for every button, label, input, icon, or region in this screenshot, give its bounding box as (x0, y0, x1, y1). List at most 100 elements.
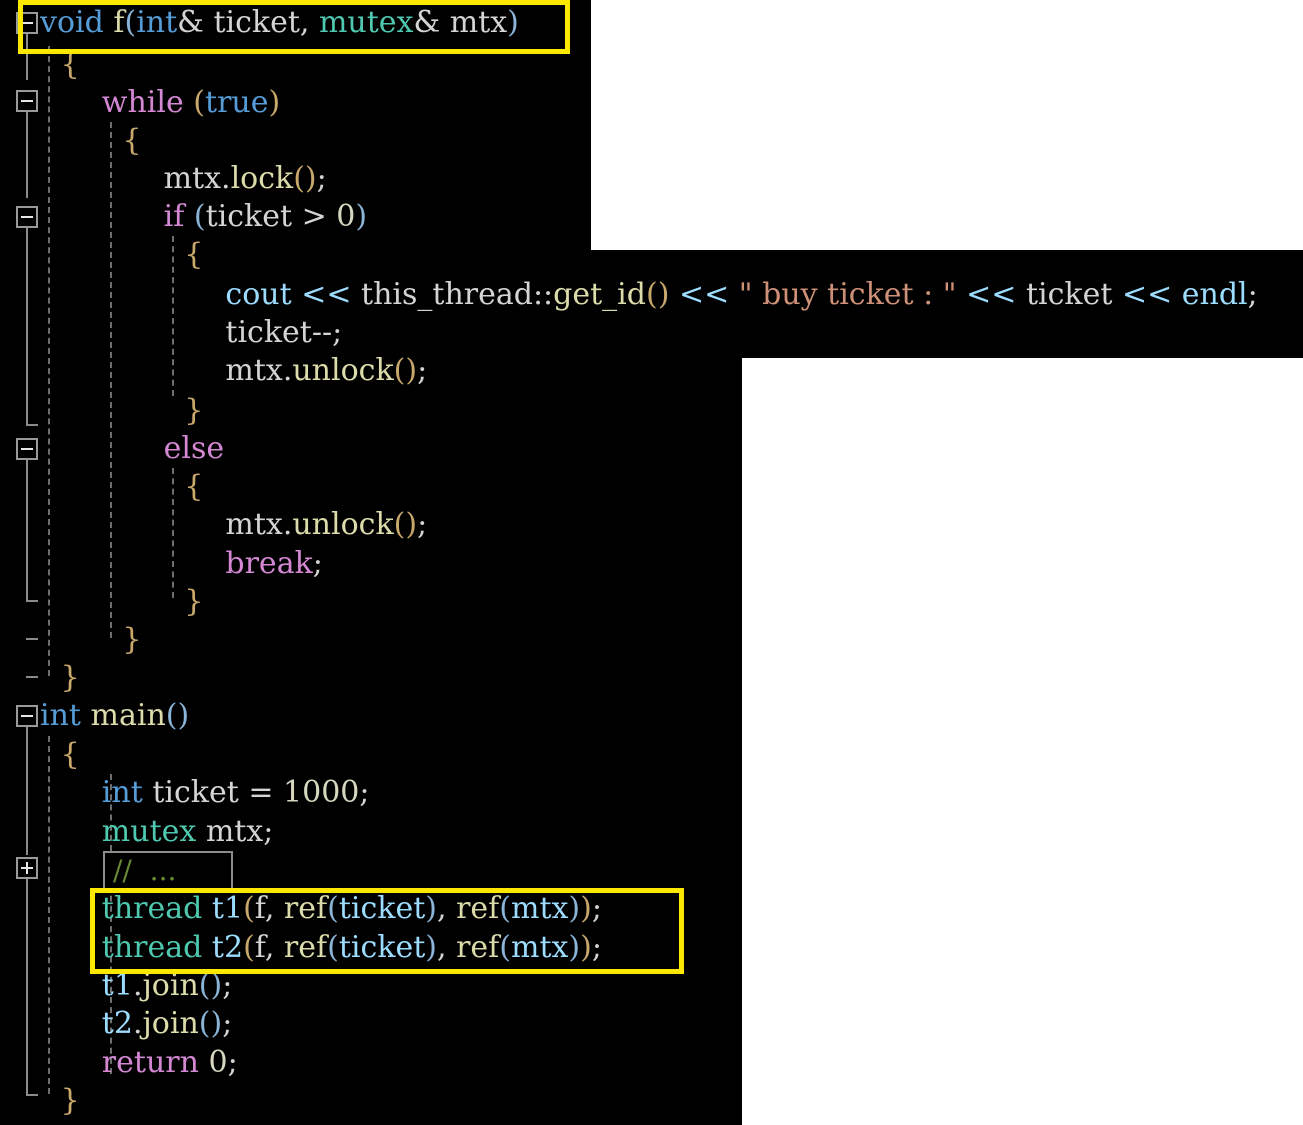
code-token: ( (198, 1006, 211, 1041)
line-t1-join[interactable]: t1.join(); (102, 967, 233, 1005)
code-token: ( (165, 698, 178, 733)
code-token: mtx (225, 507, 283, 542)
line-mtx-lock[interactable]: mtx.lock(); (164, 160, 327, 198)
end-main-block (26, 1094, 38, 1096)
line-while[interactable]: while (true) (102, 84, 280, 122)
code-token: , (264, 930, 284, 965)
line-main-close[interactable]: } (61, 1082, 80, 1120)
code-token: } (60, 660, 80, 695)
line-f-close[interactable]: } (61, 659, 80, 697)
rail-else-body (26, 460, 28, 600)
line-ticket-dec[interactable]: ticket--; (225, 314, 342, 352)
code-token: ref (283, 891, 328, 926)
fold-main-collapse-icon[interactable] (16, 705, 38, 727)
code-token: ) (425, 891, 437, 926)
line-else[interactable]: else (164, 430, 225, 468)
collapsed-region-box[interactable]: // ... (103, 851, 233, 891)
fold-void-f-collapse-icon[interactable] (16, 12, 38, 34)
code-token: , (264, 891, 284, 926)
code-token: ; (222, 1006, 233, 1041)
code-token: cout (225, 277, 292, 312)
line-thread-t2[interactable]: thread t2(f, ref(ticket), ref(mtx)); (102, 929, 602, 967)
code-token: ) (210, 968, 223, 1003)
collapsed-region-label: // ... (113, 854, 177, 887)
line-int-main[interactable]: int main() (40, 697, 189, 735)
code-token: } (184, 393, 204, 428)
fold-collapsed-comment-expand-icon[interactable] (16, 857, 38, 879)
rail-main-body (26, 727, 28, 855)
line-int-ticket[interactable]: int ticket = 1000; (102, 774, 370, 812)
line-if-close[interactable]: } (184, 392, 203, 430)
code-token: ) (177, 698, 190, 733)
code-token: ; (417, 507, 428, 542)
line-main-open[interactable]: { (61, 736, 80, 774)
line-return[interactable]: return 0; (102, 1044, 238, 1082)
code-token: mutex (101, 814, 197, 849)
code-token: ( (393, 507, 406, 542)
line-mutex-mtx[interactable]: mutex mtx; (102, 813, 274, 851)
line-thread-t1[interactable]: thread t1(f, ref(ticket), ref(mtx)); (102, 890, 602, 928)
code-token: { (122, 123, 142, 158)
code-token: . (282, 353, 293, 388)
code-token: ; (417, 353, 428, 388)
code-token: this_thread (361, 277, 533, 312)
code-token: break (225, 546, 313, 581)
line-while-close[interactable]: } (122, 621, 141, 659)
end-if-block (26, 424, 38, 426)
code-token: mtx (205, 814, 264, 849)
code-token: { (184, 237, 204, 272)
line-cout[interactable]: cout << this_thread::get_id() << " buy t… (225, 276, 1257, 314)
line-else-close[interactable]: } (184, 583, 203, 621)
code-token: -- (311, 315, 333, 350)
code-token: ) (304, 161, 317, 196)
line-if-open[interactable]: { (184, 236, 203, 274)
code-token: t1 (101, 968, 133, 1003)
code-token: ; (263, 814, 274, 849)
code-token: unlock (292, 353, 394, 388)
code-token: join (142, 1006, 199, 1041)
line-break[interactable]: break; (225, 545, 322, 583)
line-while-open[interactable]: { (122, 122, 141, 160)
fold-if-collapse-icon[interactable] (16, 206, 38, 228)
code-editor-surface[interactable]: void f(int& ticket, mutex& mtx){while (t… (0, 0, 1303, 1125)
code-token: . (282, 507, 293, 542)
line-else-open[interactable]: { (184, 468, 203, 506)
line-if-ticket[interactable]: if (ticket > 0) (164, 198, 367, 236)
code-token: ( (243, 930, 255, 965)
code-token: > (301, 199, 327, 234)
rail-main-tail (26, 879, 28, 1094)
code-token: void (40, 5, 104, 40)
line-mtx-unlock-1[interactable]: mtx.unlock(); (225, 352, 427, 390)
code-token: ; (316, 161, 327, 196)
code-token: ) (657, 277, 670, 312)
code-token: ( (193, 85, 206, 120)
rail-f-body (26, 34, 28, 80)
code-token: endl (1181, 277, 1248, 312)
fold-while-collapse-icon[interactable] (16, 90, 38, 112)
line-open-brace-f[interactable]: { (61, 46, 80, 84)
code-token: ) (507, 5, 519, 40)
line-void-f[interactable]: void f(int& ticket, mutex& mtx) (40, 4, 519, 42)
code-token: ) (580, 891, 592, 926)
code-token: ref (283, 930, 328, 965)
line-mtx-unlock-2[interactable]: mtx.unlock(); (225, 506, 427, 544)
fold-else-collapse-icon[interactable] (16, 438, 38, 460)
line-t2-join[interactable]: t2.join(); (102, 1005, 233, 1043)
code-token: ( (243, 891, 255, 926)
code-token: t2 (211, 930, 244, 965)
code-token: = (248, 775, 274, 810)
code-token: int (136, 5, 178, 40)
code-token: ) (405, 353, 418, 388)
code-token: t1 (211, 891, 244, 926)
code-token: . (221, 161, 231, 196)
code-token: ( (198, 968, 211, 1003)
code-token: ) (405, 507, 418, 542)
